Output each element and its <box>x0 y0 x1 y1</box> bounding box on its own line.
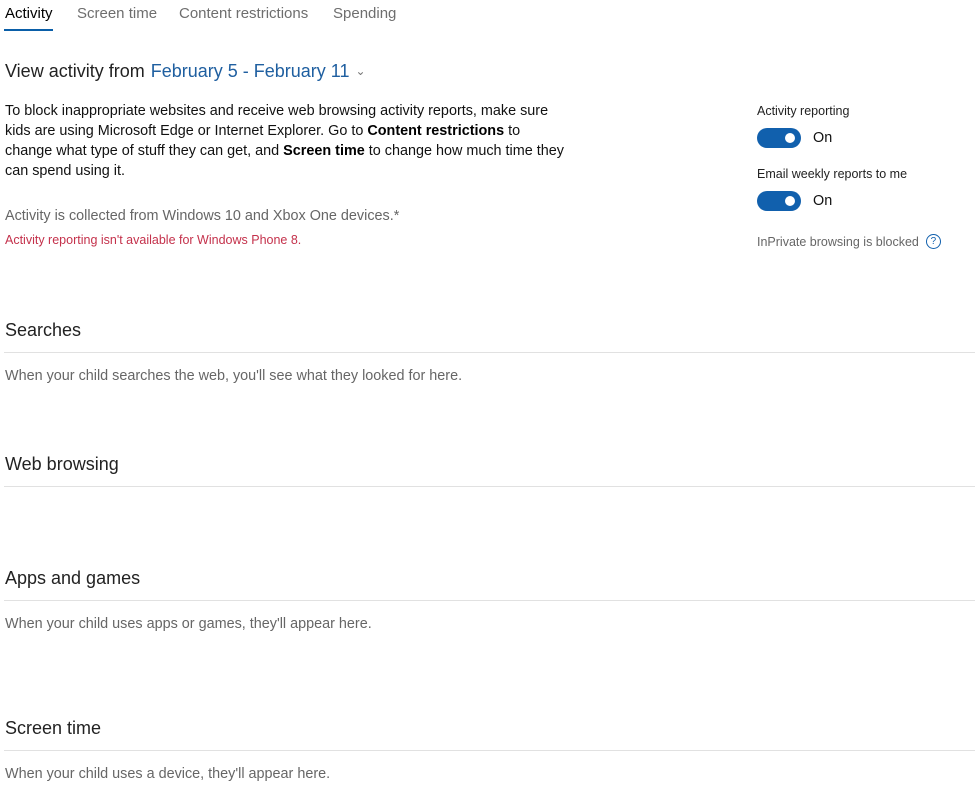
toggle-knob <box>785 196 795 206</box>
active-tab-indicator <box>4 29 53 31</box>
tab-content-restrictions[interactable]: Content restrictions <box>179 4 308 24</box>
screen-time-emphasis: Screen time <box>283 143 365 159</box>
windows-phone-warning: Activity reporting isn't available for W… <box>5 233 302 247</box>
tab-bar: Activity Screen time Content restriction… <box>0 0 975 34</box>
screen-time-title: Screen time <box>5 718 102 738</box>
view-activity-row: View activity from February 5 - February … <box>5 60 366 84</box>
web-browsing-divider <box>4 486 975 487</box>
email-reports-toggle-row: On <box>757 190 832 212</box>
email-reports-state: On <box>813 193 833 209</box>
activity-reporting-toggle[interactable] <box>757 128 801 148</box>
collected-note: Activity is collected from Windows 10 an… <box>5 208 400 224</box>
date-range-text: February 5 - February 11 <box>150 61 350 81</box>
inprivate-text: InPrivate browsing is blocked <box>757 234 919 249</box>
tab-activity[interactable]: Activity <box>5 4 53 24</box>
date-range-dropdown[interactable]: February 5 - February 11 ⌄ <box>151 61 366 81</box>
view-activity-label: View activity from <box>5 61 145 81</box>
activity-reporting-state: On <box>813 130 833 146</box>
screen-time-description: When your child uses a device, they'll a… <box>5 766 331 782</box>
searches-divider <box>4 352 975 353</box>
email-reports-label: Email weekly reports to me <box>757 167 908 181</box>
inprivate-status: InPrivate browsing is blocked ? <box>757 234 941 249</box>
help-icon[interactable]: ? <box>925 234 941 249</box>
screen-time-divider <box>4 750 975 751</box>
searches-description: When your child searches the web, you'll… <box>5 368 463 384</box>
web-browsing-title: Web browsing <box>5 454 119 474</box>
searches-title: Searches <box>5 320 82 340</box>
apps-games-title: Apps and games <box>5 568 141 588</box>
apps-games-description: When your child uses apps or games, they… <box>5 616 372 632</box>
activity-reporting-label: Activity reporting <box>757 104 850 118</box>
content-restrictions-emphasis: Content restrictions <box>367 123 505 139</box>
email-reports-toggle[interactable] <box>757 191 801 211</box>
toggle-knob <box>785 133 795 143</box>
tab-screen-time[interactable]: Screen time <box>77 4 157 24</box>
chevron-down-icon: ⌄ <box>355 64 366 78</box>
intro-paragraph: To block inappropriate websites and rece… <box>5 101 565 181</box>
tab-spending[interactable]: Spending <box>333 4 396 24</box>
apps-games-divider <box>4 600 975 601</box>
activity-reporting-toggle-row: On <box>757 127 832 149</box>
